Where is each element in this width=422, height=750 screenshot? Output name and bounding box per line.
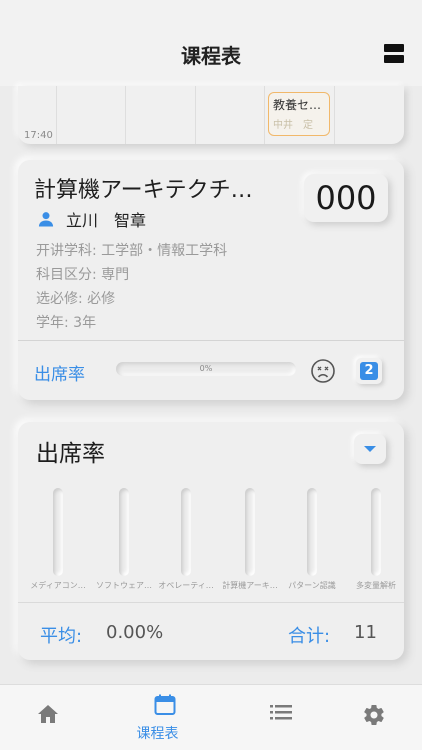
attendance-label: 出席率 bbox=[34, 365, 85, 385]
home-icon bbox=[38, 705, 58, 723]
chart-bar-track bbox=[245, 488, 255, 576]
course-required: 选必修: 必修 bbox=[36, 291, 116, 307]
chart-category-label: 多変量解析 bbox=[356, 581, 396, 590]
timetable-gridline bbox=[125, 86, 126, 144]
timetable-gridline bbox=[195, 86, 196, 144]
chevron-down-icon bbox=[364, 446, 376, 452]
tab-list[interactable] bbox=[210, 685, 315, 750]
chart-category-label: メディアコン… bbox=[30, 581, 86, 590]
chart-bar-track bbox=[371, 488, 381, 576]
badge-number: 2 bbox=[360, 362, 378, 380]
course-year: 学年: 3年 bbox=[36, 315, 97, 331]
teacher-row: 立川 智章 bbox=[36, 206, 146, 232]
course-department: 开讲学科: 工学部・情報工学科 bbox=[36, 243, 228, 259]
total-value: 11 bbox=[354, 622, 377, 643]
chart-divider bbox=[18, 602, 404, 603]
calendar-icon bbox=[154, 694, 176, 715]
average-label: 平均: bbox=[40, 626, 83, 647]
navigation-bar: 课程表 bbox=[0, 0, 422, 86]
tab-timetable-label: 课程表 bbox=[136, 726, 179, 742]
page-title: 课程表 bbox=[181, 44, 241, 68]
list-icon bbox=[270, 705, 292, 720]
attendance-chart-card: 出席率 メディアコン… ソフトウェア… オペレーティ… 計算機アーキ… パターン認識 多変… bbox=[18, 422, 404, 660]
attendance-percent: 0% bbox=[199, 364, 213, 373]
person-icon bbox=[38, 212, 54, 227]
chart-category-label: ソフトウェア… bbox=[96, 581, 152, 590]
attendance-progress-bar: 0% bbox=[116, 362, 296, 376]
chart-category-label: 計算機アーキ… bbox=[222, 581, 278, 590]
class-teacher: 中井 定 bbox=[273, 120, 313, 131]
timetable-gridline bbox=[334, 86, 335, 144]
class-name: 教養セ… bbox=[273, 98, 322, 112]
teacher-name: 立川 智章 bbox=[66, 211, 147, 230]
dropdown-button[interactable] bbox=[354, 434, 386, 464]
chart-category-label: パターン認識 bbox=[288, 581, 336, 590]
course-detail-card[interactable]: 計算機アーキテクチ… 000 立川 智章 开讲学科: 工学部・情報工学科 科目区… bbox=[18, 160, 404, 400]
course-name: 計算機アーキテクチ… bbox=[34, 178, 253, 203]
attendance-count-badge[interactable]: 2 bbox=[356, 358, 382, 384]
course-category: 科目区分: 専門 bbox=[36, 267, 130, 283]
tab-home[interactable] bbox=[0, 685, 105, 750]
chart-bar-track bbox=[53, 488, 63, 576]
chart-bar-track bbox=[181, 488, 191, 576]
chart-title: 出席率 bbox=[36, 441, 105, 467]
period-time-label: 17:40 bbox=[24, 130, 53, 141]
chart-bar-track bbox=[119, 488, 129, 576]
sad-face-icon[interactable] bbox=[310, 358, 336, 384]
chart-bar-track bbox=[307, 488, 317, 576]
total-label: 合计: bbox=[288, 626, 331, 647]
chart-category-label: オペレーティ… bbox=[158, 581, 214, 590]
tab-settings[interactable] bbox=[315, 685, 420, 750]
gear-icon bbox=[364, 705, 384, 726]
card-divider bbox=[18, 340, 404, 341]
tab-timetable[interactable]: 课程表 bbox=[105, 685, 210, 750]
timetable-gridline bbox=[264, 86, 265, 144]
timetable-gridline bbox=[56, 86, 57, 144]
timetable-card: 17:40 教養セ… 中井 定 bbox=[18, 86, 404, 144]
timetable-class-block[interactable]: 教養セ… 中井 定 bbox=[268, 92, 330, 136]
tab-bar: 课程表 bbox=[0, 684, 422, 750]
menu-icon[interactable] bbox=[384, 44, 404, 64]
course-code: 000 bbox=[304, 174, 388, 222]
average-value: 0.00% bbox=[106, 622, 164, 643]
